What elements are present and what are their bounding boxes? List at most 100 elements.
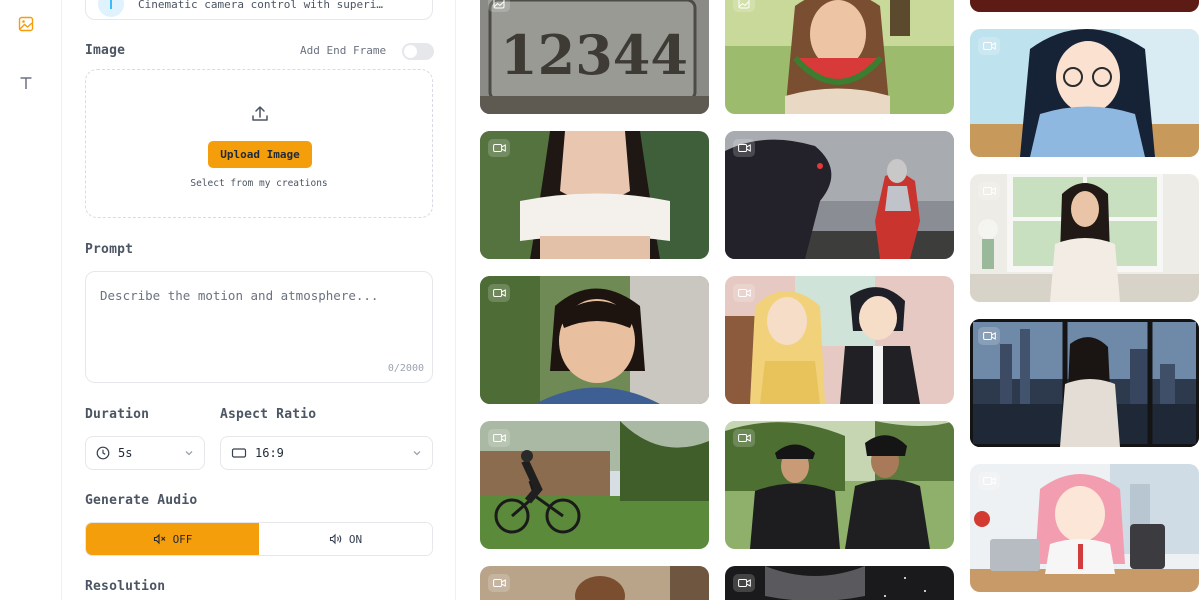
video-icon [492, 289, 506, 297]
model-selector[interactable]: Cinematic camera control with superi… [85, 0, 433, 20]
video-badge [733, 284, 755, 302]
two-men-park-thumbnail [725, 421, 954, 549]
prompt-label: Prompt [85, 242, 134, 257]
video-icon [737, 579, 751, 587]
bottom-left-thumbnail [480, 566, 709, 600]
video-icon [492, 144, 506, 152]
end-frame-toggle[interactable] [402, 43, 434, 60]
image-mode-button[interactable] [11, 9, 41, 39]
generate-audio-label: Generate Audio [85, 493, 198, 508]
video-badge [488, 139, 510, 157]
clock-icon [96, 446, 110, 460]
image-badge [488, 0, 510, 12]
text-icon [20, 77, 32, 89]
video-badge [978, 182, 1000, 200]
end-frame-label: Add End Frame [300, 44, 387, 57]
tile-plate-12344[interactable]: 12344 [480, 0, 709, 114]
anime-couple-thumbnail [725, 276, 954, 404]
tile-monster-ultraman[interactable] [725, 131, 954, 259]
video-icon [982, 332, 996, 340]
video-icon [982, 42, 996, 50]
tile-little-girl[interactable] [480, 276, 709, 404]
toggle-knob [404, 45, 417, 58]
woman-white-top-thumbnail [480, 131, 709, 259]
aspect-ratio-label: Aspect Ratio [220, 407, 317, 422]
aspect-ratio-select[interactable]: 16:9 [220, 436, 433, 470]
audio-off-button[interactable]: OFF [86, 523, 259, 555]
anime-pink-hair-thumbnail [970, 464, 1199, 592]
monster-ultraman-thumbnail [725, 131, 954, 259]
prompt-char-counter: 0/2000 [387, 363, 424, 374]
image-icon [18, 16, 34, 32]
speaker-icon [329, 533, 342, 545]
image-label: Image [85, 43, 126, 58]
speaker-muted-icon [153, 533, 165, 545]
model-icon [98, 0, 124, 17]
left-rail [0, 0, 62, 600]
tile-top-right[interactable] [970, 0, 1199, 12]
tile-cyclist[interactable] [480, 421, 709, 549]
image-badge [733, 0, 755, 12]
video-icon [737, 289, 751, 297]
video-icon [492, 579, 506, 587]
top-right-thumbnail [970, 0, 1199, 12]
tile-bottom-left[interactable] [480, 566, 709, 600]
tile-woman-watermelon[interactable] [725, 0, 954, 114]
video-badge [488, 429, 510, 447]
aspect-ratio-value: 16:9 [255, 446, 284, 460]
bottom-middle-thumbnail [725, 566, 954, 600]
duration-select[interactable]: 5s [85, 436, 205, 470]
video-badge [978, 472, 1000, 490]
video-badge [488, 284, 510, 302]
tile-city-window[interactable] [970, 319, 1199, 447]
audio-toggle-group: OFF ON [85, 522, 433, 556]
plate-number: 12344 [500, 23, 688, 87]
audio-off-label: OFF [172, 532, 193, 546]
tile-bottom-middle[interactable] [725, 566, 954, 600]
upload-icon [252, 106, 268, 121]
video-badge [978, 37, 1000, 55]
video-badge [733, 574, 755, 592]
anime-girl-glasses-thumbnail [970, 29, 1199, 157]
video-icon [737, 144, 751, 152]
tile-woman-white-top[interactable] [480, 131, 709, 259]
duration-value: 5s [118, 446, 133, 460]
duration-label: Duration [85, 407, 150, 422]
tile-woman-window[interactable] [970, 174, 1199, 302]
resolution-label: Resolution [85, 579, 166, 594]
aspect-ratio-icon [231, 448, 247, 458]
metal-plate-thumbnail: 12344 [480, 0, 709, 114]
tile-two-men-park[interactable] [725, 421, 954, 549]
woman-watermelon-thumbnail [725, 0, 954, 114]
chevron-down-icon [185, 451, 193, 456]
tile-anime-couple[interactable] [725, 276, 954, 404]
image-icon [493, 0, 505, 9]
creations-gallery: 12344 [457, 0, 1200, 600]
video-icon [982, 477, 996, 485]
select-from-creations-link[interactable]: Select from my creations [86, 178, 432, 189]
video-icon [492, 434, 506, 442]
prompt-input[interactable] [100, 288, 420, 358]
video-icon [737, 434, 751, 442]
video-icon [982, 187, 996, 195]
cyclist-thumbnail [480, 421, 709, 549]
little-girl-thumbnail [480, 276, 709, 404]
chevron-down-icon [413, 451, 421, 456]
video-badge [978, 327, 1000, 345]
image-icon [738, 0, 750, 9]
city-window-thumbnail [970, 319, 1199, 447]
text-mode-button[interactable] [11, 68, 41, 98]
video-badge [488, 574, 510, 592]
prompt-box: 0/2000 [85, 271, 433, 383]
video-badge [733, 139, 755, 157]
upload-image-button[interactable]: Upload Image [208, 141, 312, 168]
model-description: Cinematic camera control with superi… [138, 0, 384, 11]
settings-panel: Cinematic camera control with superi… Im… [63, 0, 456, 600]
video-badge [733, 429, 755, 447]
tile-anime-girl-glasses[interactable] [970, 29, 1199, 157]
audio-on-label: ON [348, 532, 363, 546]
audio-on-button[interactable]: ON [259, 523, 432, 555]
image-dropzone[interactable]: Upload Image Select from my creations [85, 69, 433, 218]
woman-window-thumbnail [970, 174, 1199, 302]
tile-anime-pink-hair[interactable] [970, 464, 1199, 592]
